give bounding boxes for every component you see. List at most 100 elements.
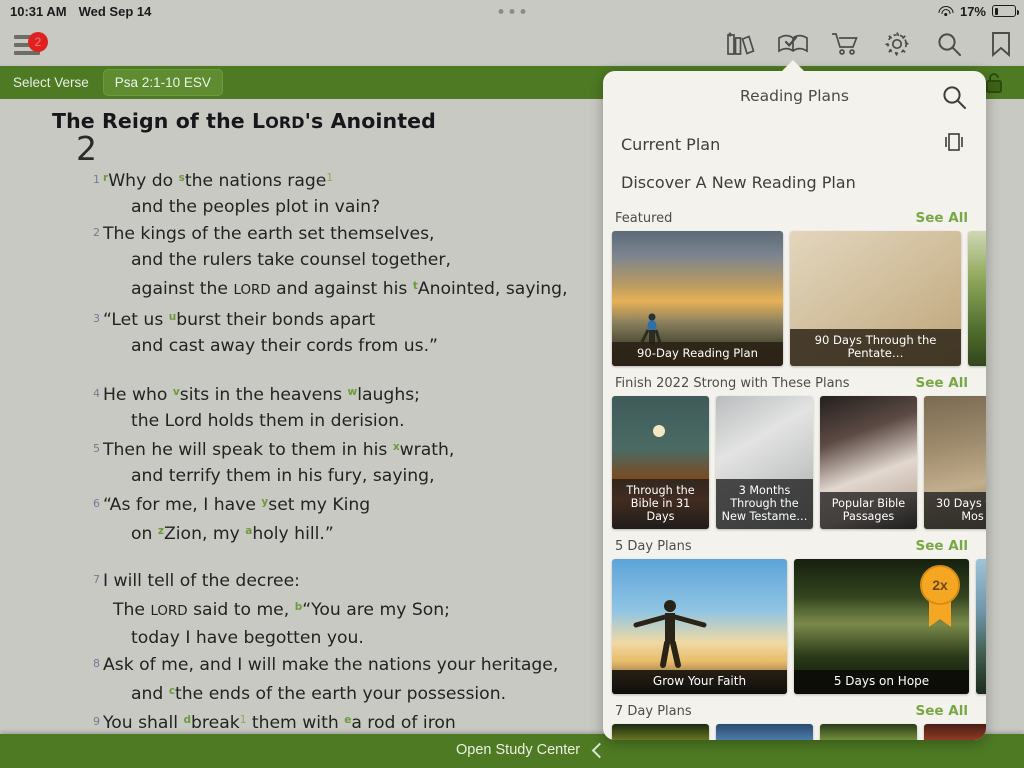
verse-text: Anointed, saying, bbox=[417, 279, 568, 299]
verse-text: holy hill.” bbox=[252, 524, 334, 544]
section-title: 7 Day Plans bbox=[615, 704, 692, 719]
plan-card[interactable] bbox=[976, 559, 986, 694]
verse-text: “Let us bbox=[103, 310, 169, 330]
verse-text: the ends of the earth your possession. bbox=[175, 684, 507, 704]
verse-text: and against his bbox=[270, 279, 413, 299]
verse-text: and bbox=[131, 684, 169, 704]
cross-reference-marker[interactable]: w bbox=[348, 386, 358, 398]
cross-reference-marker[interactable]: v bbox=[173, 386, 180, 398]
verse-number: 5 bbox=[93, 442, 100, 455]
see-all-link[interactable]: See All bbox=[916, 703, 968, 719]
see-all-link[interactable]: See All bbox=[916, 375, 968, 391]
plan-card[interactable] bbox=[924, 724, 986, 740]
plan-card-row[interactable]: Grow Your Faith 2x 5 Days on Hope bbox=[603, 559, 986, 694]
battery-low-icon bbox=[992, 5, 1019, 17]
plan-card-title: 90-Day Reading Plan bbox=[612, 342, 783, 366]
plan-card-title: Through the Bible in 31 Days bbox=[612, 479, 709, 529]
plan-card-row[interactable]: 90-Day Reading Plan 90 Days Through the P… bbox=[603, 231, 986, 366]
chapter-number: 2 bbox=[76, 129, 97, 168]
library-icon[interactable] bbox=[724, 27, 758, 61]
cross-reference-marker[interactable]: x bbox=[393, 441, 400, 453]
current-plan-label: Current Plan bbox=[621, 134, 721, 154]
popover-header: Reading Plans bbox=[603, 71, 986, 125]
discover-label: Discover A New Reading Plan bbox=[621, 172, 856, 192]
plan-card-title: 30 Days with Mos bbox=[924, 492, 986, 529]
status-date: Wed Sep 14 bbox=[78, 3, 152, 19]
verse-text: “As for me, I have bbox=[103, 495, 262, 515]
app-screen: 10:31 AM Wed Sep 14 17% 2 Select Verse P… bbox=[0, 0, 1024, 768]
footnote-marker[interactable]: 1 bbox=[326, 172, 333, 184]
verse-text: the nations rage bbox=[184, 171, 327, 191]
plan-card[interactable] bbox=[612, 724, 709, 740]
search-icon[interactable] bbox=[932, 27, 966, 61]
section-header: Finish 2022 Strong with These Plans See A… bbox=[603, 366, 986, 396]
more-dots-icon[interactable] bbox=[498, 9, 526, 14]
open-study-center-button[interactable]: Open Study Center bbox=[456, 742, 608, 758]
menu-badge-count: 2 bbox=[28, 32, 48, 52]
discover-new-plan-row[interactable]: Discover A New Reading Plan bbox=[603, 163, 986, 201]
verse-number: 2 bbox=[93, 226, 100, 239]
menu-hamburger-button[interactable]: 2 bbox=[14, 32, 48, 57]
see-all-link[interactable]: See All bbox=[916, 538, 968, 554]
plan-card[interactable] bbox=[820, 724, 917, 740]
plan-card-row[interactable] bbox=[603, 724, 986, 740]
verse-reference-button[interactable]: Psa 2:1-10 ESV bbox=[102, 69, 223, 96]
wifi-icon bbox=[938, 5, 954, 17]
plan-card[interactable] bbox=[968, 231, 986, 366]
plan-card[interactable]: 2x 5 Days on Hope bbox=[794, 559, 969, 694]
verse-number: 3 bbox=[93, 312, 100, 325]
section-header: Featured See All bbox=[603, 201, 986, 231]
plan-card[interactable]: Through the Bible in 31 Days bbox=[612, 396, 709, 529]
multiplier-badge-label: 2x bbox=[920, 565, 960, 605]
plan-card-title: Grow Your Faith bbox=[612, 670, 787, 694]
popover-title: Reading Plans bbox=[740, 87, 849, 105]
current-plan-row[interactable]: Current Plan bbox=[603, 125, 986, 163]
bookmark-icon[interactable] bbox=[984, 27, 1018, 61]
verse-text: break bbox=[191, 713, 240, 733]
gear-icon[interactable] bbox=[880, 27, 914, 61]
plan-card[interactable]: Grow Your Faith bbox=[612, 559, 787, 694]
study-center-label: Open Study Center bbox=[456, 742, 581, 758]
cross-reference-marker[interactable]: d bbox=[183, 714, 191, 726]
status-bar-left: 10:31 AM Wed Sep 14 bbox=[10, 4, 151, 19]
section-title: Featured bbox=[615, 211, 673, 226]
section-title: Finish 2022 Strong with These Plans bbox=[615, 376, 850, 391]
verse-number: 9 bbox=[93, 715, 100, 728]
reading-plan-icon[interactable] bbox=[776, 27, 810, 71]
verse-text: against the bbox=[131, 279, 234, 299]
plan-card[interactable]: 3 Months Through the New Testame… bbox=[716, 396, 813, 529]
verse-text: them with bbox=[246, 713, 345, 733]
verse-text: and cast away their cords from us.” bbox=[131, 336, 438, 356]
verse-text: Then he will speak to them in his bbox=[103, 440, 393, 460]
plan-card-row[interactable]: Through the Bible in 31 Days 3 Months Thr… bbox=[603, 396, 986, 529]
section-header: 5 Day Plans See All bbox=[603, 529, 986, 559]
see-all-link[interactable]: See All bbox=[916, 210, 968, 226]
reading-plans-popover[interactable]: Reading Plans Current Plan Discover A Ne… bbox=[603, 71, 986, 740]
plan-card[interactable]: 30 Days with Mos bbox=[924, 396, 986, 529]
verse-text: I will tell of the decree: bbox=[103, 571, 300, 591]
plan-card-title: Popular Bible Passages bbox=[820, 492, 917, 529]
cards-carousel-icon[interactable] bbox=[940, 131, 968, 157]
divine-name: Lord bbox=[233, 283, 271, 298]
app-toolbar: 2 bbox=[0, 22, 1024, 71]
verse-text: on bbox=[131, 524, 158, 544]
search-icon[interactable] bbox=[940, 83, 968, 116]
verse-text: The kings of the earth set themselves, bbox=[103, 224, 435, 244]
verse-text: and the peoples plot in vain? bbox=[131, 197, 381, 217]
verse-text: and terrify them in his fury, saying, bbox=[131, 466, 435, 486]
plan-card-title: 90 Days Through the Pentate… bbox=[790, 329, 961, 366]
select-verse-label[interactable]: Select Verse bbox=[13, 75, 89, 90]
verse-text: the Lord holds them in derision. bbox=[131, 411, 405, 431]
verse-text: He who bbox=[103, 385, 173, 405]
plan-card[interactable] bbox=[716, 724, 813, 740]
plan-card[interactable]: Popular Bible Passages bbox=[820, 396, 917, 529]
status-time: 10:31 AM bbox=[10, 3, 67, 19]
popover-caret bbox=[782, 60, 804, 71]
verse-number: 4 bbox=[93, 387, 100, 400]
plan-card[interactable]: 90-Day Reading Plan bbox=[612, 231, 783, 366]
multiplier-badge: 2x bbox=[920, 565, 960, 627]
chevron-left-icon bbox=[591, 742, 608, 758]
plan-card[interactable]: 90 Days Through the Pentate… bbox=[790, 231, 961, 366]
verse-text: Ask of me, and I will make the nations y… bbox=[103, 655, 559, 675]
cart-icon[interactable] bbox=[828, 27, 862, 61]
